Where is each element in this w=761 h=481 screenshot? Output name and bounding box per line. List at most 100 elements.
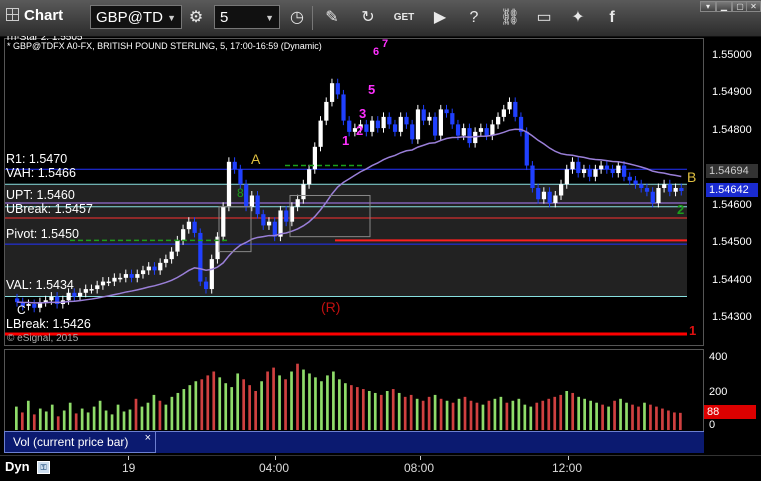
candle-body bbox=[289, 206, 295, 222]
volume-bar bbox=[619, 398, 622, 430]
volume-bar bbox=[487, 400, 491, 430]
volume-bar bbox=[469, 400, 473, 430]
volume-bar bbox=[344, 383, 347, 430]
volume-tick: 0 bbox=[709, 419, 716, 431]
candle-body bbox=[347, 120, 352, 132]
candle-body bbox=[118, 277, 123, 280]
window-menu-button[interactable]: ▾ bbox=[700, 1, 716, 12]
candle-body bbox=[501, 109, 506, 117]
candle-body bbox=[284, 210, 289, 222]
volume-bar bbox=[625, 402, 628, 430]
candle-body bbox=[77, 292, 83, 297]
volume-bar bbox=[649, 404, 652, 430]
help-icon[interactable]: ? bbox=[462, 6, 486, 30]
volume-bar bbox=[332, 371, 335, 430]
price-tick: 1.54600 bbox=[712, 198, 752, 211]
dynamic-mode-label[interactable]: Dyn bbox=[5, 459, 30, 474]
candle-body bbox=[644, 188, 650, 192]
candle-body bbox=[627, 176, 632, 181]
volume-bar bbox=[80, 408, 84, 430]
volume-pane[interactable] bbox=[4, 349, 704, 433]
candle-body bbox=[633, 180, 638, 185]
volume-bar bbox=[302, 369, 305, 430]
candle-body bbox=[83, 289, 88, 293]
candle-body bbox=[415, 109, 421, 140]
volume-study-tab[interactable]: Vol (current price bar) × bbox=[4, 431, 156, 453]
window-close-button[interactable]: ✕ bbox=[746, 1, 761, 12]
candle-body bbox=[301, 184, 306, 200]
label-a: A bbox=[251, 151, 261, 167]
comment-icon[interactable]: ▭ bbox=[532, 6, 556, 30]
link-icon[interactable]: ⛓ bbox=[498, 6, 522, 30]
level-label: VAH: 1.5466 bbox=[6, 166, 76, 180]
volume-bar bbox=[38, 408, 42, 430]
candle-body bbox=[524, 131, 529, 166]
twitter-icon[interactable]: ✦ bbox=[566, 6, 590, 30]
symbol-input[interactable]: GBP@TD ▼ bbox=[90, 5, 182, 29]
price-badge-current: 1.54642 bbox=[706, 182, 758, 197]
time-tick: 12:00 bbox=[552, 461, 583, 475]
volume-bar bbox=[601, 404, 604, 430]
volume-bar bbox=[481, 404, 485, 430]
volume-bar bbox=[116, 404, 120, 430]
volume-bar bbox=[355, 387, 359, 430]
toolbar-divider bbox=[312, 6, 313, 30]
volume-bar bbox=[266, 371, 269, 430]
green-count-8: 8 bbox=[237, 186, 244, 200]
volume-bar bbox=[421, 400, 425, 430]
candle-body bbox=[186, 221, 192, 230]
refresh-icon[interactable]: ↻ bbox=[356, 6, 380, 30]
candle-body bbox=[478, 128, 484, 132]
volume-bar bbox=[523, 404, 527, 430]
settings-gear-icon[interactable]: ⚙ bbox=[184, 6, 208, 30]
candle-body bbox=[66, 292, 71, 301]
candle-body bbox=[541, 191, 547, 200]
candle-body bbox=[249, 195, 255, 207]
candle-body bbox=[404, 116, 409, 125]
interval-input[interactable]: 5 ▼ bbox=[214, 5, 280, 29]
candle-body bbox=[232, 161, 237, 170]
candle-body bbox=[581, 169, 587, 174]
candle-body bbox=[335, 83, 340, 95]
volume-bar bbox=[338, 379, 341, 430]
volume-bar bbox=[439, 398, 443, 430]
candle-body bbox=[622, 165, 627, 177]
chevron-down-icon[interactable]: ▼ bbox=[265, 6, 274, 30]
get-icon[interactable]: GET bbox=[392, 6, 416, 30]
clock-icon[interactable]: ◷ bbox=[285, 6, 309, 30]
candle-body bbox=[604, 165, 610, 170]
price-axis[interactable]: 1.55000 1.54900 1.54800 1.54600 1.54500 1.544… bbox=[704, 38, 761, 346]
volume-bar bbox=[176, 392, 180, 430]
volume-bar bbox=[547, 398, 551, 430]
time-axis[interactable]: Dyn ⚿ 19 04:00 08:00 12:00 bbox=[0, 455, 761, 481]
close-icon[interactable]: × bbox=[145, 428, 151, 448]
volume-axis[interactable]: 400 200 0 88 bbox=[704, 349, 761, 433]
volume-bar bbox=[493, 398, 497, 430]
play-icon[interactable]: ▶ bbox=[428, 6, 452, 30]
candle-body bbox=[587, 169, 592, 177]
candle-body bbox=[49, 296, 54, 301]
candle-body bbox=[209, 259, 214, 290]
candle-body bbox=[421, 109, 426, 121]
chevron-down-icon[interactable]: ▼ bbox=[167, 6, 176, 30]
volume-bar bbox=[397, 392, 401, 430]
candle-body bbox=[559, 184, 564, 196]
candle-body bbox=[255, 195, 260, 215]
price-tick: 1.54300 bbox=[712, 311, 752, 323]
facebook-icon[interactable]: f bbox=[600, 6, 624, 30]
label-r: (R) bbox=[321, 299, 340, 315]
window-minimize-button[interactable]: ▁ bbox=[716, 1, 732, 12]
price-tick: 1.54400 bbox=[712, 273, 752, 286]
candle-body bbox=[513, 101, 518, 117]
volume-bar bbox=[164, 404, 168, 430]
count-label-2: 2 bbox=[356, 123, 363, 138]
price-chart-pane[interactable]: A B (R) C 1 2 3 5 6 7 2 1 8 bbox=[4, 38, 704, 346]
symbol-description: * GBP@TDFX A0-FX, BRITISH POUND STERLING… bbox=[7, 41, 322, 51]
lock-icon[interactable]: ⚿ bbox=[37, 461, 50, 474]
pencil-icon[interactable]: ✎ bbox=[320, 6, 344, 30]
label-c: C bbox=[17, 303, 26, 317]
toolbar: Chart GBP@TD ▼ ⚙ 5 ▼ ◷ ✎ ↻ GET ▶ ? ⛓ ▭ ✦ f… bbox=[0, 0, 761, 37]
interval-input-value: 5 bbox=[220, 9, 229, 26]
candle-body bbox=[484, 128, 489, 136]
volume-bar bbox=[314, 377, 317, 430]
